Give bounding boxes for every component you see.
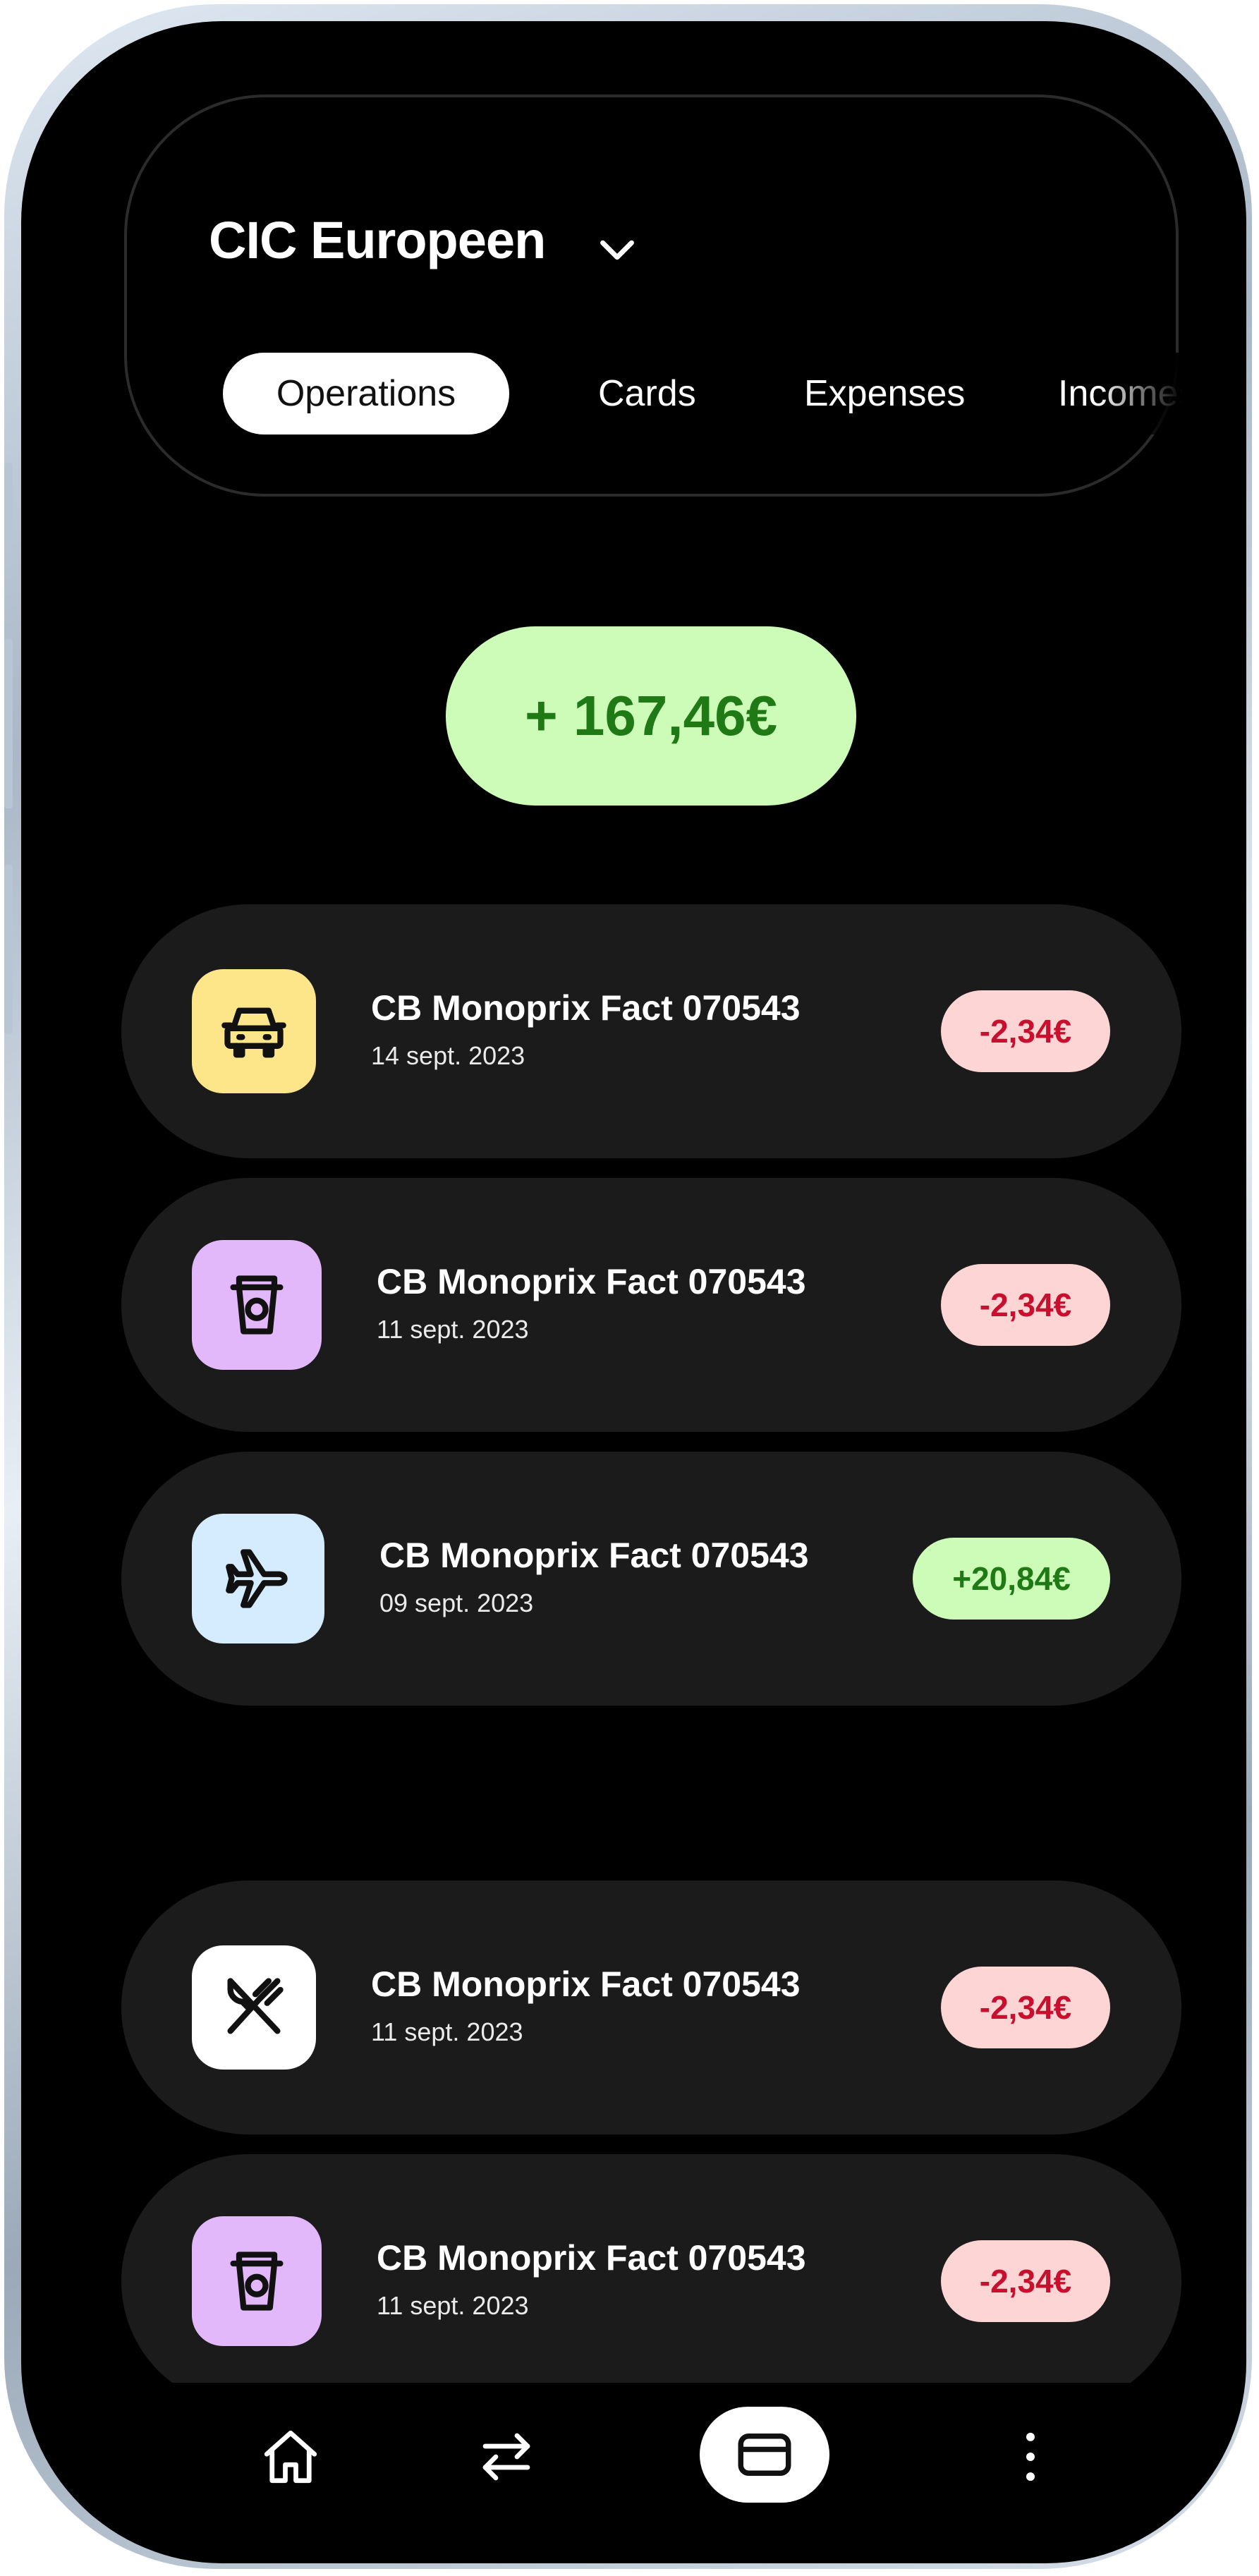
transfer-icon	[482, 2433, 530, 2481]
tab-fade	[1097, 353, 1182, 435]
transaction-date: 14 sept. 2023	[371, 1041, 525, 1070]
coffee-cup-icon	[192, 2216, 322, 2346]
home-icon	[264, 2430, 317, 2484]
transaction-amount: -2,34€	[941, 990, 1110, 1072]
transaction-title: CB Monoprix Fact 070543	[371, 988, 801, 1028]
phone-body: CIC Europeen Operations Cards Expenses I…	[21, 21, 1246, 2563]
car-icon	[192, 969, 316, 1093]
coffee-cup-icon	[192, 1240, 322, 1370]
phone-frame: CIC Europeen Operations Cards Expenses I…	[4, 4, 1252, 2569]
nav-home[interactable]	[241, 2411, 340, 2503]
chevron-down-icon[interactable]	[592, 224, 642, 274]
transaction-item[interactable]: CB Monoprix Fact 070543 11 sept. 2023 -2…	[121, 2154, 1181, 2408]
nav-more[interactable]	[985, 2411, 1076, 2503]
airplane-icon	[192, 1514, 324, 1644]
transaction-amount: -2,34€	[941, 1967, 1110, 2048]
tab-cards[interactable]: Cards	[598, 353, 696, 435]
transaction-amount: -2,34€	[941, 1264, 1110, 1346]
nav-cards[interactable]	[700, 2407, 829, 2503]
transaction-title: CB Monoprix Fact 070543	[377, 2238, 806, 2278]
transaction-amount: +20,84€	[913, 1538, 1110, 1620]
bottom-navigation	[96, 2383, 1205, 2535]
transaction-title: CB Monoprix Fact 070543	[377, 1262, 806, 1301]
side-button	[4, 463, 13, 547]
side-button	[4, 865, 13, 1034]
transaction-item[interactable]: CB Monoprix Fact 070543 09 sept. 2023 +2…	[121, 1452, 1181, 1706]
tab-bar: Operations Cards Expenses Incomes	[223, 353, 1182, 435]
transaction-date: 11 sept. 2023	[377, 1315, 529, 1344]
transaction-title: CB Monoprix Fact 070543	[379, 1536, 809, 1575]
transaction-date: 11 sept. 2023	[371, 2017, 523, 2046]
tab-expenses[interactable]: Expenses	[804, 353, 965, 435]
balance-amount: + 167,46€	[446, 626, 856, 806]
card-icon	[738, 2434, 791, 2476]
transaction-item[interactable]: CB Monoprix Fact 070543 11 sept. 2023 -2…	[121, 1881, 1181, 2134]
fork-knife-icon	[192, 1945, 316, 2070]
side-button	[4, 639, 13, 808]
tab-operations[interactable]: Operations	[223, 353, 509, 435]
transaction-date: 09 sept. 2023	[379, 1588, 534, 1617]
more-vertical-icon	[1026, 2432, 1035, 2481]
app-screen: CIC Europeen Operations Cards Expenses I…	[96, 83, 1205, 2535]
nav-transfers[interactable]	[457, 2411, 556, 2503]
account-header: CIC Europeen Operations Cards Expenses I…	[124, 95, 1182, 497]
transaction-date: 11 sept. 2023	[377, 2291, 529, 2320]
transaction-amount: -2,34€	[941, 2240, 1110, 2322]
account-name[interactable]: CIC Europeen	[209, 210, 546, 270]
transaction-item[interactable]: CB Monoprix Fact 070543 11 sept. 2023 -2…	[121, 1178, 1181, 1432]
transaction-title: CB Monoprix Fact 070543	[371, 1964, 801, 2004]
transaction-item[interactable]: CB Monoprix Fact 070543 14 sept. 2023 -2…	[121, 904, 1181, 1158]
